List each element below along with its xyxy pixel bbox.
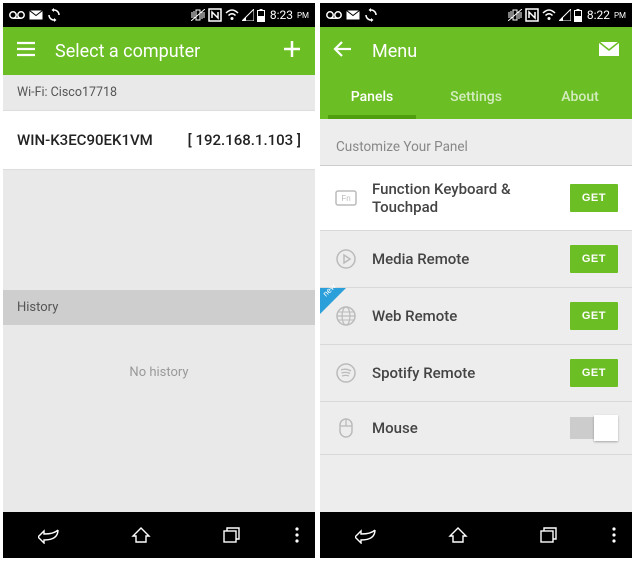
sync-icon <box>47 8 61 22</box>
screen-left: 8:23 PM Select a computer Wi-Fi: Cisco177… <box>3 3 315 558</box>
actionbar-title: Select a computer <box>55 41 200 62</box>
computer-ip: [ 192.168.1.103 ] <box>188 131 301 149</box>
menu-button[interactable] <box>595 527 632 543</box>
computer-row[interactable]: WIN-K3EC90EK1VM [ 192.168.1.103 ] <box>3 110 315 170</box>
tab-about[interactable]: About <box>528 75 632 119</box>
signal-icon <box>242 9 254 21</box>
battery-icon <box>574 9 582 22</box>
mouse-icon <box>334 416 358 440</box>
no-history-label: No history <box>3 325 315 420</box>
play-icon <box>334 247 358 271</box>
screen-right: 8:22 PM Menu Panels Settings About Custom… <box>320 3 632 558</box>
panel-item-spotify-remote[interactable]: Spotify Remote GET <box>320 345 632 402</box>
menu-button[interactable] <box>278 527 315 543</box>
wifi-label: Wi-Fi: Cisco17718 <box>3 75 315 110</box>
computer-name: WIN-K3EC90EK1VM <box>17 131 153 149</box>
panel-item-media-remote[interactable]: Media Remote GET <box>320 231 632 288</box>
clock-ampm: PM <box>297 11 309 20</box>
panel-item-web-remote[interactable]: new Web Remote GET <box>320 288 632 345</box>
mouse-toggle[interactable] <box>570 417 618 439</box>
panel-label: Media Remote <box>372 250 570 268</box>
section-title: Customize Your Panel <box>320 119 632 166</box>
nfc-icon <box>208 8 222 22</box>
hamburger-icon[interactable] <box>15 38 37 64</box>
navbar <box>3 512 315 558</box>
voicemail-icon <box>9 10 25 20</box>
panel-label: Spotify Remote <box>372 364 570 382</box>
tab-panels[interactable]: Panels <box>320 75 424 119</box>
panel-list: Customize Your Panel Fn Function Keyboar… <box>320 119 632 512</box>
sync-icon <box>364 8 378 22</box>
mail-action-icon[interactable] <box>598 41 620 61</box>
clock-ampm: PM <box>614 11 626 20</box>
navbar <box>320 512 632 558</box>
spotify-icon <box>334 361 358 385</box>
tab-bar: Panels Settings About <box>320 75 632 119</box>
battery-icon <box>257 9 265 22</box>
add-icon[interactable] <box>281 38 303 64</box>
clock-time: 8:22 <box>587 8 610 22</box>
get-button[interactable]: GET <box>570 359 618 387</box>
panel-label: Function Keyboard & Touchpad <box>372 180 570 216</box>
panel-label: Mouse <box>372 419 570 437</box>
signal-icon <box>559 9 571 21</box>
panel-item-mouse[interactable]: Mouse <box>320 402 632 455</box>
history-header: History <box>3 290 315 325</box>
get-button[interactable]: GET <box>570 245 618 273</box>
actionbar: Menu <box>320 27 632 75</box>
recent-button[interactable] <box>504 526 596 544</box>
vibrate-icon <box>191 9 205 21</box>
panel-item-function-keyboard[interactable]: Fn Function Keyboard & Touchpad GET <box>320 166 632 231</box>
voicemail-icon <box>326 10 342 20</box>
wifi-icon <box>225 9 239 21</box>
nfc-icon <box>525 8 539 22</box>
panel-label: Web Remote <box>372 307 570 325</box>
mail-icon <box>29 10 43 20</box>
recent-button[interactable] <box>187 526 279 544</box>
empty-space <box>3 170 315 290</box>
back-button[interactable] <box>3 526 95 544</box>
tab-settings[interactable]: Settings <box>424 75 528 119</box>
toggle-thumb <box>594 415 618 441</box>
actionbar-title: Menu <box>372 41 417 62</box>
get-button[interactable]: GET <box>570 184 618 212</box>
fn-key-icon: Fn <box>334 186 358 210</box>
statusbar: 8:23 PM <box>3 3 315 27</box>
vibrate-icon <box>508 9 522 21</box>
clock-time: 8:23 <box>270 8 293 22</box>
get-button[interactable]: GET <box>570 302 618 330</box>
home-button[interactable] <box>412 525 504 545</box>
svg-text:Fn: Fn <box>341 194 350 203</box>
home-button[interactable] <box>95 525 187 545</box>
back-arrow-icon[interactable] <box>332 38 354 64</box>
statusbar: 8:22 PM <box>320 3 632 27</box>
content: Wi-Fi: Cisco17718 WIN-K3EC90EK1VM [ 192.… <box>3 75 315 512</box>
wifi-icon <box>542 9 556 21</box>
mail-icon <box>346 10 360 20</box>
actionbar: Select a computer <box>3 27 315 75</box>
back-button[interactable] <box>320 526 412 544</box>
